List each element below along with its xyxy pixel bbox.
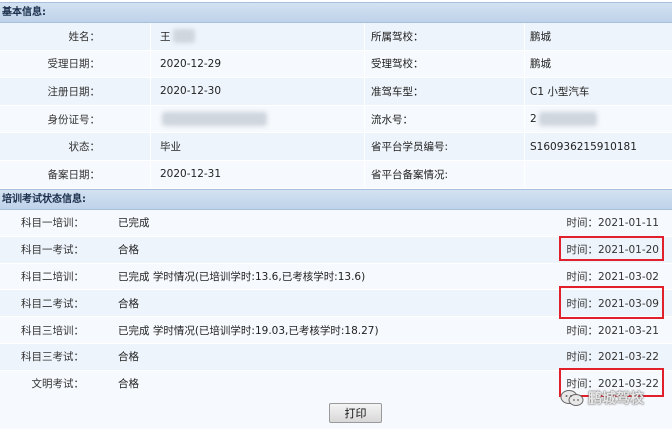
training-label: 科目三培训： — [21, 324, 84, 337]
training-label: 科目一考试： — [21, 244, 84, 257]
basic-info-row: 受理日期： 2020-12-29 受理驾校： 鹏城 — [0, 50, 672, 79]
basic-value-right: S160936215910181 — [530, 140, 637, 153]
training-status: 合格 — [118, 351, 139, 364]
basic-label-left: 备案日期： — [47, 168, 101, 181]
training-status: 已完成 学时情况(已培训学时:13.6,已考核学时:13.6) — [118, 270, 366, 283]
basic-info-header: 基本信息: — [0, 2, 672, 23]
basic-label-left: 注册日期： — [47, 85, 101, 98]
training-status: 已完成 学时情况(已培训学时:19.03,已考核学时:18.27) — [118, 324, 379, 337]
training-time: 时间：2021-03-21 — [566, 324, 659, 337]
basic-value-left: 2020-12-30 — [160, 85, 222, 98]
redacted-blur — [538, 112, 597, 127]
training-label: 文明考试： — [31, 378, 85, 391]
wechat-icon — [560, 390, 584, 406]
highlight-box-subject2-exam — [559, 286, 664, 319]
basic-info-row: 注册日期： 2020-12-30 准驾车型： C1 小型汽车 — [0, 78, 672, 106]
basic-info-row: 备案日期： 2020-12-31 省平台备案情况: — [0, 161, 672, 189]
basic-info-row: 状态： 毕业 省平台学员编号: S160936215910181 — [0, 133, 672, 161]
training-row: 科目三考试： 合格 时间：2021-03-22 — [0, 344, 672, 371]
basic-value-right: 2 — [530, 106, 670, 133]
basic-label-right: 所属驾校： — [371, 30, 424, 43]
basic-label-left: 身份证号： — [47, 113, 101, 126]
basic-label-left: 状态： — [68, 141, 101, 154]
basic-value-left: 2020-12-29 — [160, 57, 222, 70]
training-row: 科目三培训： 已完成 学时情况(已培训学时:19.03,已考核学时:18.27) 时… — [0, 317, 672, 344]
training-row: 科目一培训： 已完成 时间：2021-01-11 — [0, 210, 672, 237]
basic-label-right: 省平台学员编号: — [371, 141, 449, 154]
basic-value-left: 2020-12-31 — [160, 168, 222, 181]
basic-label-left: 姓名： — [68, 30, 101, 43]
training-time: 时间：2021-03-22 — [566, 351, 659, 364]
basic-value-right: C1 小型汽车 — [530, 85, 590, 98]
highlight-box-subject1-exam — [559, 236, 664, 261]
basic-value-left: 王 — [160, 23, 360, 50]
basic-label-left: 受理日期： — [47, 58, 101, 71]
redacted-blur — [172, 29, 195, 44]
watermark: 鹏城驾校 — [560, 388, 644, 408]
basic-value-left: 毕业 — [160, 141, 181, 154]
training-label: 科目二考试： — [21, 297, 84, 310]
training-label: 科目三考试： — [21, 351, 84, 364]
redacted-blur — [162, 112, 267, 127]
training-status: 合格 — [118, 378, 139, 391]
basic-info-row: 身份证号： 流水号： 2 — [0, 105, 672, 134]
print-button[interactable]: 打印 — [329, 403, 382, 423]
basic-value-right — [530, 161, 670, 188]
training-label: 科目一培训： — [21, 217, 84, 230]
training-label: 科目二培训： — [21, 270, 84, 283]
training-status: 合格 — [118, 297, 139, 310]
basic-value-right: 鹏城 — [530, 58, 551, 71]
basic-label-right: 省平台备案情况: — [371, 168, 449, 181]
training-time: 时间：2021-01-11 — [566, 217, 659, 230]
basic-label-right: 受理驾校： — [371, 58, 424, 71]
training-info-header: 培训考试状态信息: — [0, 189, 672, 210]
training-status: 合格 — [118, 244, 139, 257]
watermark-text: 鹏城驾校 — [588, 391, 644, 407]
basic-label-right: 准驾车型： — [371, 85, 424, 98]
training-status: 已完成 — [118, 217, 150, 230]
basic-info-row: 姓名： 王所属驾校： 鹏城 — [0, 23, 672, 51]
basic-label-right: 流水号： — [371, 113, 413, 126]
basic-value-right: 鹏城 — [530, 30, 551, 43]
basic-value-left — [160, 106, 360, 133]
